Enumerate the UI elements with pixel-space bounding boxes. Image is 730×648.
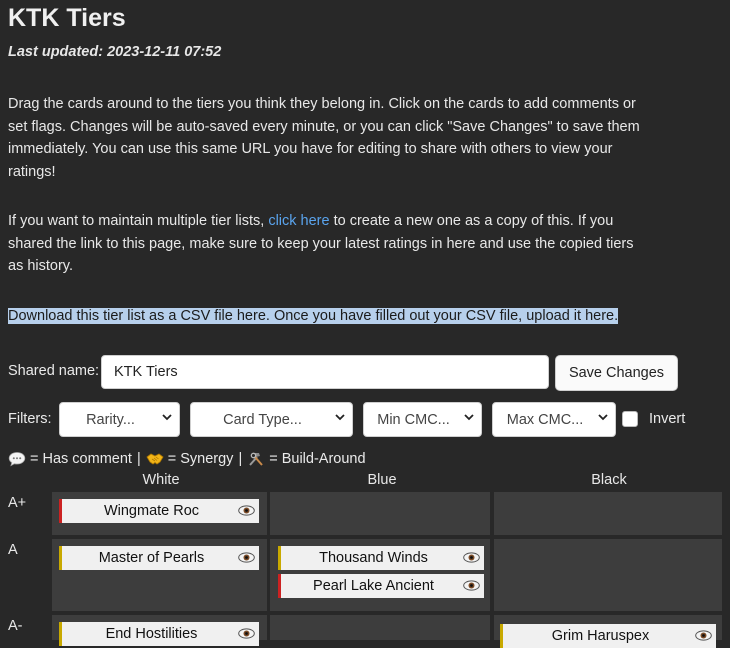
tier-label-a-plus: A+ xyxy=(8,495,27,511)
tier-cell[interactable] xyxy=(494,539,722,611)
handshake-icon xyxy=(146,453,164,465)
column-header-blue: Blue xyxy=(367,472,397,488)
column-header-black: Black xyxy=(591,472,627,488)
eye-icon[interactable] xyxy=(238,503,255,518)
invert-label: Invert xyxy=(649,411,686,427)
card-name: Pearl Lake Ancient xyxy=(313,578,434,594)
card-type-select[interactable]: Card Type... xyxy=(190,402,353,437)
invert-checkbox[interactable] xyxy=(622,411,638,427)
legend-separator: | xyxy=(238,451,243,467)
rarity-select-value: Rarity... xyxy=(86,411,135,428)
rarity-select[interactable]: Rarity... xyxy=(59,402,180,437)
filters-label: Filters: xyxy=(8,411,52,427)
chevron-down-icon xyxy=(598,414,608,421)
page-title: KTK Tiers xyxy=(8,4,126,32)
card-grim-haruspex[interactable]: Grim Haruspex xyxy=(500,624,716,648)
tier-cell[interactable]: Wingmate Roc xyxy=(52,492,267,535)
chevron-down-icon xyxy=(335,414,345,421)
last-updated: Last updated: 2023-12-11 07:52 xyxy=(8,44,222,60)
card-end-hostilities[interactable]: End Hostilities xyxy=(59,622,259,646)
intro-paragraph-1: Drag the cards around to the tiers you t… xyxy=(8,96,640,180)
tier-cell[interactable] xyxy=(494,492,722,535)
legend-synergy: = Synergy xyxy=(167,451,234,467)
card-thousand-winds[interactable]: Thousand Winds xyxy=(278,546,484,570)
legend: = Has comment | = Synergy | = Build-Arou… xyxy=(8,451,366,467)
eye-icon[interactable] xyxy=(238,550,255,565)
tier-cell[interactable] xyxy=(270,492,490,535)
max-cmc-select[interactable]: Max CMC... xyxy=(492,402,616,437)
eye-icon[interactable] xyxy=(695,628,712,643)
min-cmc-select-value: Min CMC... xyxy=(377,411,450,428)
tier-cell[interactable]: End Hostilities xyxy=(52,615,267,646)
hammer-and-wrench-icon xyxy=(249,452,263,466)
column-header-white: White xyxy=(142,472,180,488)
save-changes-button[interactable]: Save Changes xyxy=(555,355,678,391)
intro-paragraph-2: If you want to maintain multiple tier li… xyxy=(8,210,648,278)
card-type-select-value: Card Type... xyxy=(223,411,302,428)
tier-label-a: A xyxy=(8,542,18,558)
eye-icon[interactable] xyxy=(238,626,255,641)
csv-instructions-text[interactable]: Download this tier list as a CSV file he… xyxy=(8,308,619,324)
card-pearl-lake-ancient[interactable]: Pearl Lake Ancient xyxy=(278,574,484,598)
card-name: Wingmate Roc xyxy=(103,503,200,519)
legend-comment: = Has comment xyxy=(30,451,132,467)
tier-cell[interactable] xyxy=(270,615,490,640)
shared-name-input[interactable] xyxy=(101,355,549,389)
legend-build-around: = Build-Around xyxy=(269,451,366,467)
max-cmc-select-value: Max CMC... xyxy=(506,411,584,428)
card-name: Master of Pearls xyxy=(98,550,205,566)
tier-cell[interactable]: Grim Haruspex xyxy=(494,615,722,648)
card-wingmate-roc[interactable]: Wingmate Roc xyxy=(59,499,259,523)
shared-name-label: Shared name: xyxy=(8,363,100,379)
eye-icon[interactable] xyxy=(463,550,480,565)
tier-cell[interactable]: Master of Pearls xyxy=(52,539,267,611)
card-name: Grim Haruspex xyxy=(551,628,650,644)
min-cmc-select[interactable]: Min CMC... xyxy=(363,402,482,437)
tier-label-a-minus: A- xyxy=(8,618,23,634)
intro-paragraph-2-start: If you want to maintain multiple tier li… xyxy=(8,213,269,229)
copy-tier-list-link[interactable]: click here xyxy=(268,213,329,229)
legend-separator: | xyxy=(136,451,141,467)
comment-icon xyxy=(8,452,26,467)
card-name: Thousand Winds xyxy=(319,550,428,566)
csv-instructions: Download this tier list as a CSV file he… xyxy=(8,305,619,328)
chevron-down-icon xyxy=(162,414,172,421)
eye-icon[interactable] xyxy=(463,578,480,593)
tier-cell[interactable]: Thousand Winds Pearl Lake Ancient xyxy=(270,539,490,611)
chevron-down-icon xyxy=(464,414,474,421)
card-master-of-pearls[interactable]: Master of Pearls xyxy=(59,546,259,570)
